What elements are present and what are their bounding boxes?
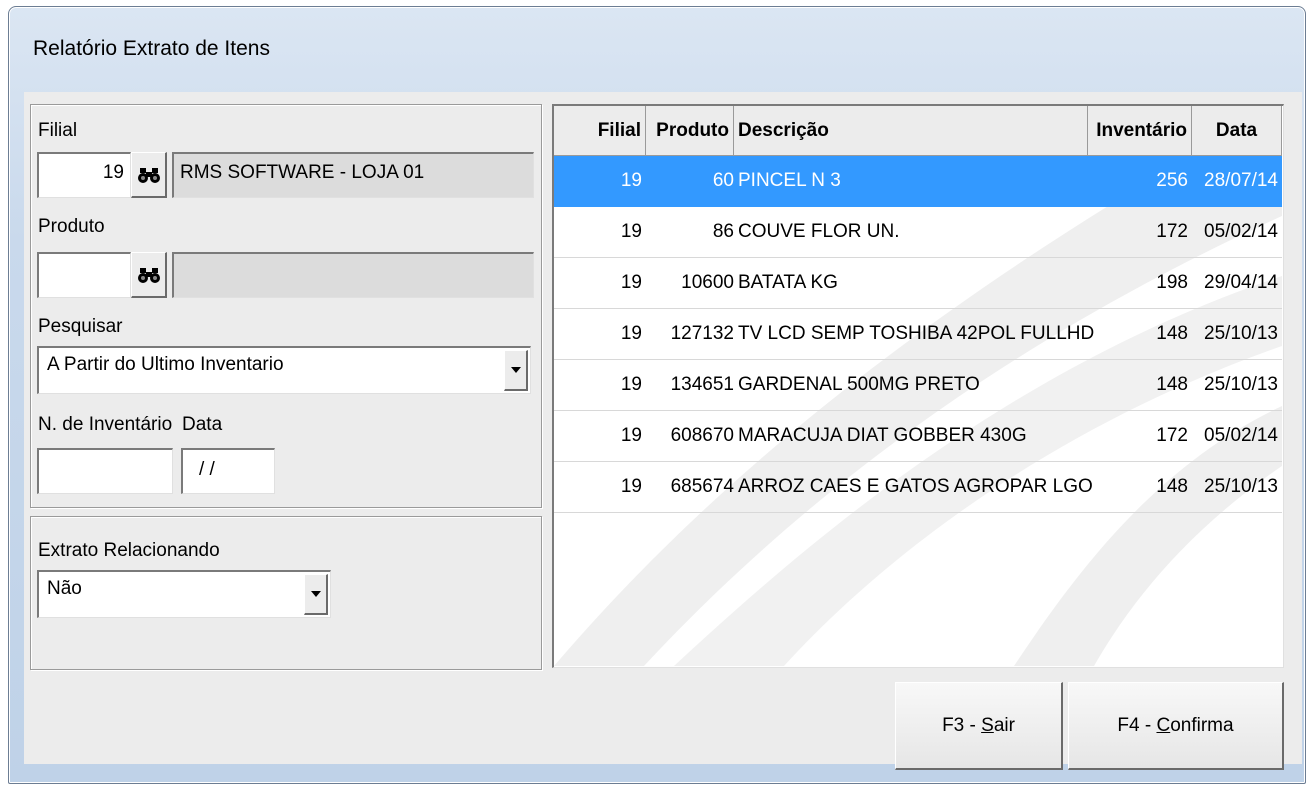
- table-row[interactable]: 19 134651 GARDENAL 500MG PRETO 148 25/10/13: [554, 360, 1282, 411]
- cell-inventario: 148: [1156, 323, 1188, 344]
- cell-filial: 19: [620, 476, 642, 497]
- data-label: Data: [182, 414, 223, 435]
- produto-label: Produto: [38, 216, 105, 237]
- window-title: Relatório Extrato de Itens: [33, 37, 270, 60]
- table-row[interactable]: 19 86 COUVE FLOR UN. 172 05/02/14: [554, 207, 1282, 258]
- inventario-input[interactable]: [37, 448, 173, 494]
- pesquisar-dropdown-button[interactable]: [504, 350, 528, 391]
- sair-button[interactable]: F3 - Sair: [895, 682, 1063, 770]
- produto-input[interactable]: [37, 252, 131, 298]
- filial-input[interactable]: 19: [37, 152, 131, 198]
- cell-filial: 19: [620, 323, 642, 344]
- filial-name-field: RMS SOFTWARE - LOJA 01: [172, 152, 534, 198]
- confirma-button[interactable]: F4 - Confirma: [1068, 682, 1284, 770]
- cell-inventario: 172: [1156, 221, 1188, 242]
- cell-descricao: ARROZ CAES E GATOS AGROPAR LGO: [738, 476, 1093, 497]
- col-header-produto[interactable]: Produto: [646, 106, 734, 156]
- col-header-filial[interactable]: Filial: [554, 106, 646, 156]
- cell-filial: 19: [620, 170, 642, 191]
- extrato-value: Não: [47, 578, 82, 599]
- cell-data: 29/04/14: [1204, 272, 1278, 293]
- col-header-data[interactable]: Data: [1192, 106, 1282, 156]
- filial-label: Filial: [38, 120, 78, 141]
- cell-data: 25/10/13: [1204, 374, 1278, 395]
- cell-data: 25/10/13: [1204, 323, 1278, 344]
- binoculars-icon: [137, 167, 160, 183]
- confirma-hotkey: C: [1156, 714, 1171, 736]
- cell-inventario: 172: [1156, 425, 1188, 446]
- cell-descricao: BATATA KG: [738, 272, 838, 293]
- col-header-inventario[interactable]: Inventário: [1088, 106, 1192, 156]
- cell-inventario: 198: [1156, 272, 1188, 293]
- cell-filial: 19: [620, 221, 642, 242]
- cell-produto: 134651: [670, 374, 734, 395]
- cell-descricao: COUVE FLOR UN.: [738, 221, 900, 242]
- cell-inventario: 148: [1156, 374, 1188, 395]
- table-row[interactable]: 19 127132 TV LCD SEMP TOSHIBA 42POL FULLHD…: [554, 309, 1282, 360]
- sair-rest: air: [993, 714, 1015, 736]
- cell-data: 05/02/14: [1204, 425, 1278, 446]
- cell-produto: 127132: [670, 323, 734, 344]
- cell-inventario: 148: [1156, 476, 1188, 497]
- pesquisar-label: Pesquisar: [38, 316, 123, 337]
- cell-descricao: MARACUJA DIAT GOBBER 430G: [738, 425, 1027, 446]
- cell-filial: 19: [620, 425, 642, 446]
- pesquisar-select[interactable]: A Partir do Ultimo Inventario: [37, 346, 531, 394]
- filial-search-button[interactable]: [131, 152, 167, 198]
- cell-data: 05/02/14: [1204, 221, 1278, 242]
- produto-name-field: [172, 252, 534, 298]
- cell-filial: 19: [620, 272, 642, 293]
- cell-descricao: TV LCD SEMP TOSHIBA 42POL FULLHD: [738, 323, 1095, 344]
- cell-produto: 86: [712, 221, 734, 242]
- cell-data: 25/10/13: [1204, 476, 1278, 497]
- cell-filial: 19: [620, 374, 642, 395]
- table-row[interactable]: 19 60 PINCEL N 3 256 28/07/14: [554, 156, 1282, 207]
- table-row[interactable]: 19 685674 ARROZ CAES E GATOS AGROPAR LGO 14…: [554, 462, 1282, 513]
- cell-inventario: 256: [1156, 170, 1188, 191]
- cell-data: 28/07/14: [1204, 170, 1278, 191]
- data-input[interactable]: / /: [181, 448, 275, 494]
- cell-descricao: GARDENAL 500MG PRETO: [738, 374, 980, 395]
- results-grid[interactable]: Filial Produto Descrição Inventário Data…: [552, 104, 1284, 668]
- cell-produto: 608670: [670, 425, 734, 446]
- confirma-rest: onfirma: [1170, 714, 1234, 736]
- inventario-label: N. de Inventário: [38, 414, 173, 435]
- produto-search-button[interactable]: [131, 252, 167, 298]
- binoculars-icon: [137, 267, 160, 283]
- extrato-dropdown-button[interactable]: [304, 574, 328, 615]
- table-row[interactable]: 19 10600 BATATA KG 198 29/04/14: [554, 258, 1282, 309]
- chevron-down-icon: [510, 367, 521, 373]
- col-header-descricao[interactable]: Descrição: [734, 106, 1088, 156]
- table-row[interactable]: 19 608670 MARACUJA DIAT GOBBER 430G 172 05/0…: [554, 411, 1282, 462]
- confirma-prefix: F4 -: [1117, 714, 1157, 736]
- extrato-label: Extrato Relacionando: [38, 540, 220, 561]
- sair-hotkey: S: [981, 714, 994, 736]
- cell-descricao: PINCEL N 3: [738, 170, 841, 191]
- extrato-select[interactable]: Não: [37, 570, 331, 618]
- cell-produto: 60: [712, 170, 734, 191]
- chevron-down-icon: [310, 591, 321, 597]
- sair-prefix: F3 -: [942, 714, 982, 736]
- cell-produto: 10600: [681, 272, 734, 293]
- cell-produto: 685674: [670, 476, 734, 497]
- pesquisar-value: A Partir do Ultimo Inventario: [47, 354, 284, 375]
